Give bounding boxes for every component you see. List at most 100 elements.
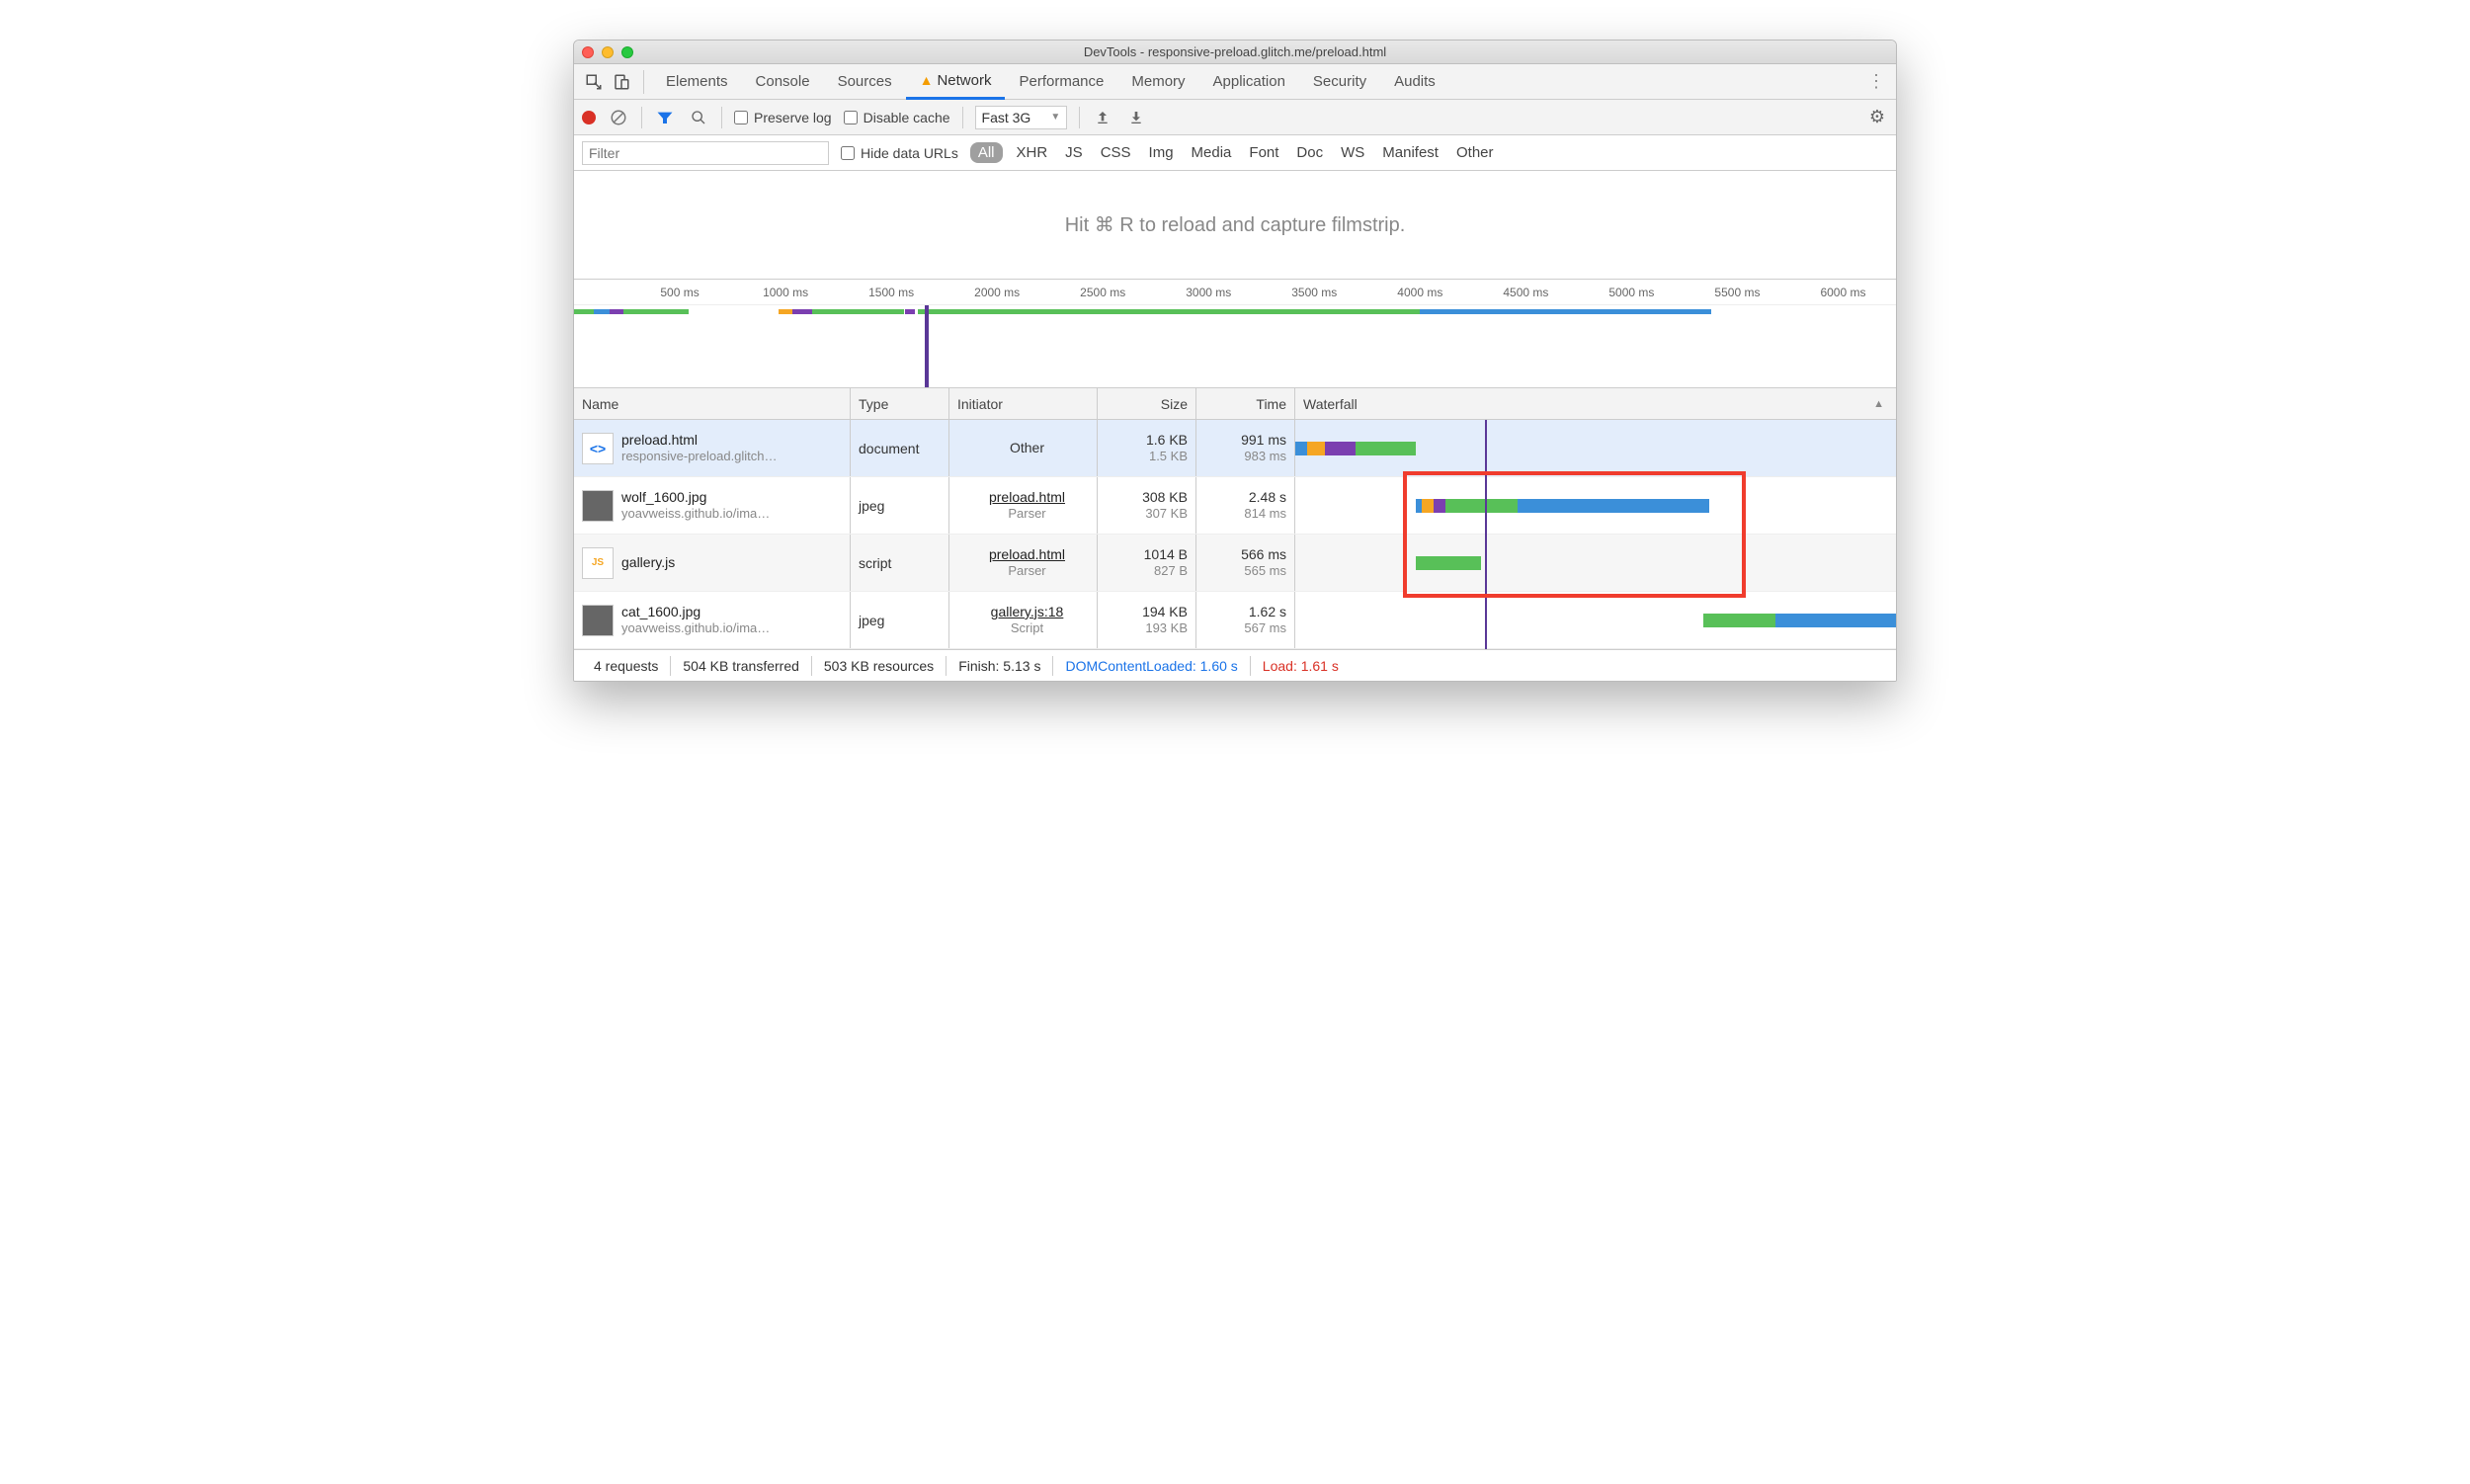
more-menu-icon[interactable]: ⋮ xyxy=(1862,71,1890,92)
tab-elements[interactable]: Elements xyxy=(652,64,742,100)
waterfall-cell[interactable] xyxy=(1295,420,1896,476)
request-size: 1014 B827 B xyxy=(1098,535,1196,591)
clear-icon[interactable] xyxy=(608,107,629,128)
col-header-size[interactable]: Size xyxy=(1098,388,1196,419)
status-bar: 4 requests 504 KB transferred 503 KB res… xyxy=(574,649,1896,681)
request-name: preload.html xyxy=(621,431,778,449)
record-button[interactable] xyxy=(582,111,596,124)
overview-tick: 3000 ms xyxy=(1186,286,1231,299)
titlebar: DevTools - responsive-preload.glitch.me/… xyxy=(574,41,1896,64)
caret-down-icon: ▼ xyxy=(1050,112,1060,123)
tab-audits[interactable]: Audits xyxy=(1380,64,1449,100)
request-domain: yoavweiss.github.io/ima… xyxy=(621,620,770,637)
overview-tick: 2500 ms xyxy=(1080,286,1125,299)
timeline-overview[interactable]: 500 ms1000 ms1500 ms2000 ms2500 ms3000 m… xyxy=(574,280,1896,388)
waterfall-cell[interactable] xyxy=(1295,477,1896,534)
tab-sources[interactable]: Sources xyxy=(824,64,906,100)
overview-load-marker xyxy=(925,305,929,387)
request-initiator[interactable]: gallery.js:18 xyxy=(991,603,1064,620)
search-icon[interactable] xyxy=(688,107,709,128)
request-row[interactable]: <> preload.htmlresponsive-preload.glitch…… xyxy=(574,420,1896,477)
request-initiator[interactable]: preload.html xyxy=(989,545,1065,563)
throttling-select[interactable]: Fast 3G▼ xyxy=(975,106,1068,129)
waterfall-cell[interactable] xyxy=(1295,592,1896,648)
file-thumbnail: JS xyxy=(582,547,614,579)
filter-type-xhr[interactable]: XHR xyxy=(1015,144,1050,161)
filter-type-manifest[interactable]: Manifest xyxy=(1380,144,1441,161)
request-time: 2.48 s814 ms xyxy=(1196,477,1295,534)
tab-memory[interactable]: Memory xyxy=(1117,64,1198,100)
overview-tick: 5000 ms xyxy=(1608,286,1654,299)
status-load: Load: 1.61 s xyxy=(1251,656,1351,676)
filter-type-doc[interactable]: Doc xyxy=(1294,144,1325,161)
overview-tick: 500 ms xyxy=(660,286,699,299)
tab-security[interactable]: Security xyxy=(1299,64,1380,100)
status-resources: 503 KB resources xyxy=(812,656,947,676)
col-header-initiator[interactable]: Initiator xyxy=(949,388,1098,419)
filter-type-css[interactable]: CSS xyxy=(1099,144,1133,161)
filter-input[interactable] xyxy=(582,141,829,165)
preserve-log-checkbox[interactable]: Preserve log xyxy=(734,110,832,125)
overview-tick: 2000 ms xyxy=(974,286,1020,299)
filter-type-img[interactable]: Img xyxy=(1147,144,1176,161)
devtools-window: DevTools - responsive-preload.glitch.me/… xyxy=(573,40,1897,682)
tab-network[interactable]: ▲Network xyxy=(906,64,1006,100)
request-domain: responsive-preload.glitch… xyxy=(621,449,778,465)
overview-tick: 3500 ms xyxy=(1291,286,1337,299)
overview-tick: 4000 ms xyxy=(1397,286,1442,299)
file-thumbnail xyxy=(582,605,614,636)
upload-har-icon[interactable] xyxy=(1092,107,1113,128)
status-requests: 4 requests xyxy=(582,656,671,676)
request-size: 194 KB193 KB xyxy=(1098,592,1196,648)
request-time: 1.62 s567 ms xyxy=(1196,592,1295,648)
request-row[interactable]: wolf_1600.jpgyoavweiss.github.io/ima…jpe… xyxy=(574,477,1896,535)
request-row[interactable]: JSgallery.jsscriptpreload.htmlParser1014… xyxy=(574,535,1896,592)
request-name: gallery.js xyxy=(621,553,675,571)
col-header-name[interactable]: Name xyxy=(574,388,851,419)
col-header-time[interactable]: Time xyxy=(1196,388,1295,419)
col-header-type[interactable]: Type xyxy=(851,388,949,419)
status-dcl: DOMContentLoaded: 1.60 s xyxy=(1053,656,1250,676)
request-initiator[interactable]: Other xyxy=(1010,439,1044,456)
request-time: 566 ms565 ms xyxy=(1196,535,1295,591)
request-type: jpeg xyxy=(851,477,949,534)
tab-console[interactable]: Console xyxy=(742,64,824,100)
initiator-type: Parser xyxy=(1008,563,1045,580)
device-toolbar-icon[interactable] xyxy=(608,68,635,96)
network-toolbar: Preserve log Disable cache Fast 3G▼ ⚙ xyxy=(574,100,1896,135)
filter-type-font[interactable]: Font xyxy=(1247,144,1280,161)
tab-performance[interactable]: Performance xyxy=(1005,64,1117,100)
initiator-type: Script xyxy=(1011,620,1043,637)
sort-indicator-icon: ▲ xyxy=(1873,398,1884,410)
inspect-element-icon[interactable] xyxy=(580,68,608,96)
waterfall-load-marker xyxy=(1485,420,1487,649)
file-thumbnail: <> xyxy=(582,433,614,464)
filter-type-js[interactable]: JS xyxy=(1063,144,1085,161)
filter-type-all[interactable]: All xyxy=(970,142,1003,163)
col-header-waterfall[interactable]: Waterfall▲ xyxy=(1295,388,1896,419)
overview-tick: 6000 ms xyxy=(1820,286,1865,299)
initiator-type: Parser xyxy=(1008,506,1045,523)
tab-application[interactable]: Application xyxy=(1199,64,1299,100)
filter-type-ws[interactable]: WS xyxy=(1339,144,1366,161)
filter-icon[interactable] xyxy=(654,107,676,128)
filmstrip-hint: Hit ⌘ R to reload and capture filmstrip. xyxy=(1065,212,1406,237)
filmstrip-panel: Hit ⌘ R to reload and capture filmstrip. xyxy=(574,171,1896,280)
hide-data-urls-checkbox[interactable]: Hide data URLs xyxy=(841,145,958,161)
request-initiator[interactable]: preload.html xyxy=(989,488,1065,506)
filter-bar: Hide data URLs All XHR JS CSS Img Media Font D… xyxy=(574,135,1896,171)
request-size: 308 KB307 KB xyxy=(1098,477,1196,534)
disable-cache-checkbox[interactable]: Disable cache xyxy=(844,110,950,125)
waterfall-cell[interactable] xyxy=(1295,535,1896,591)
settings-gear-icon[interactable]: ⚙ xyxy=(1866,107,1888,128)
filter-type-other[interactable]: Other xyxy=(1454,144,1496,161)
status-finish: Finish: 5.13 s xyxy=(947,656,1053,676)
overview-tick: 1500 ms xyxy=(868,286,914,299)
request-type: document xyxy=(851,420,949,476)
download-har-icon[interactable] xyxy=(1125,107,1147,128)
request-name: wolf_1600.jpg xyxy=(621,488,770,506)
filter-type-media[interactable]: Media xyxy=(1190,144,1234,161)
table-header: Name Type Initiator Size Time Waterfall▲ xyxy=(574,388,1896,420)
request-row[interactable]: cat_1600.jpgyoavweiss.github.io/ima…jpeg… xyxy=(574,592,1896,649)
file-thumbnail xyxy=(582,490,614,522)
